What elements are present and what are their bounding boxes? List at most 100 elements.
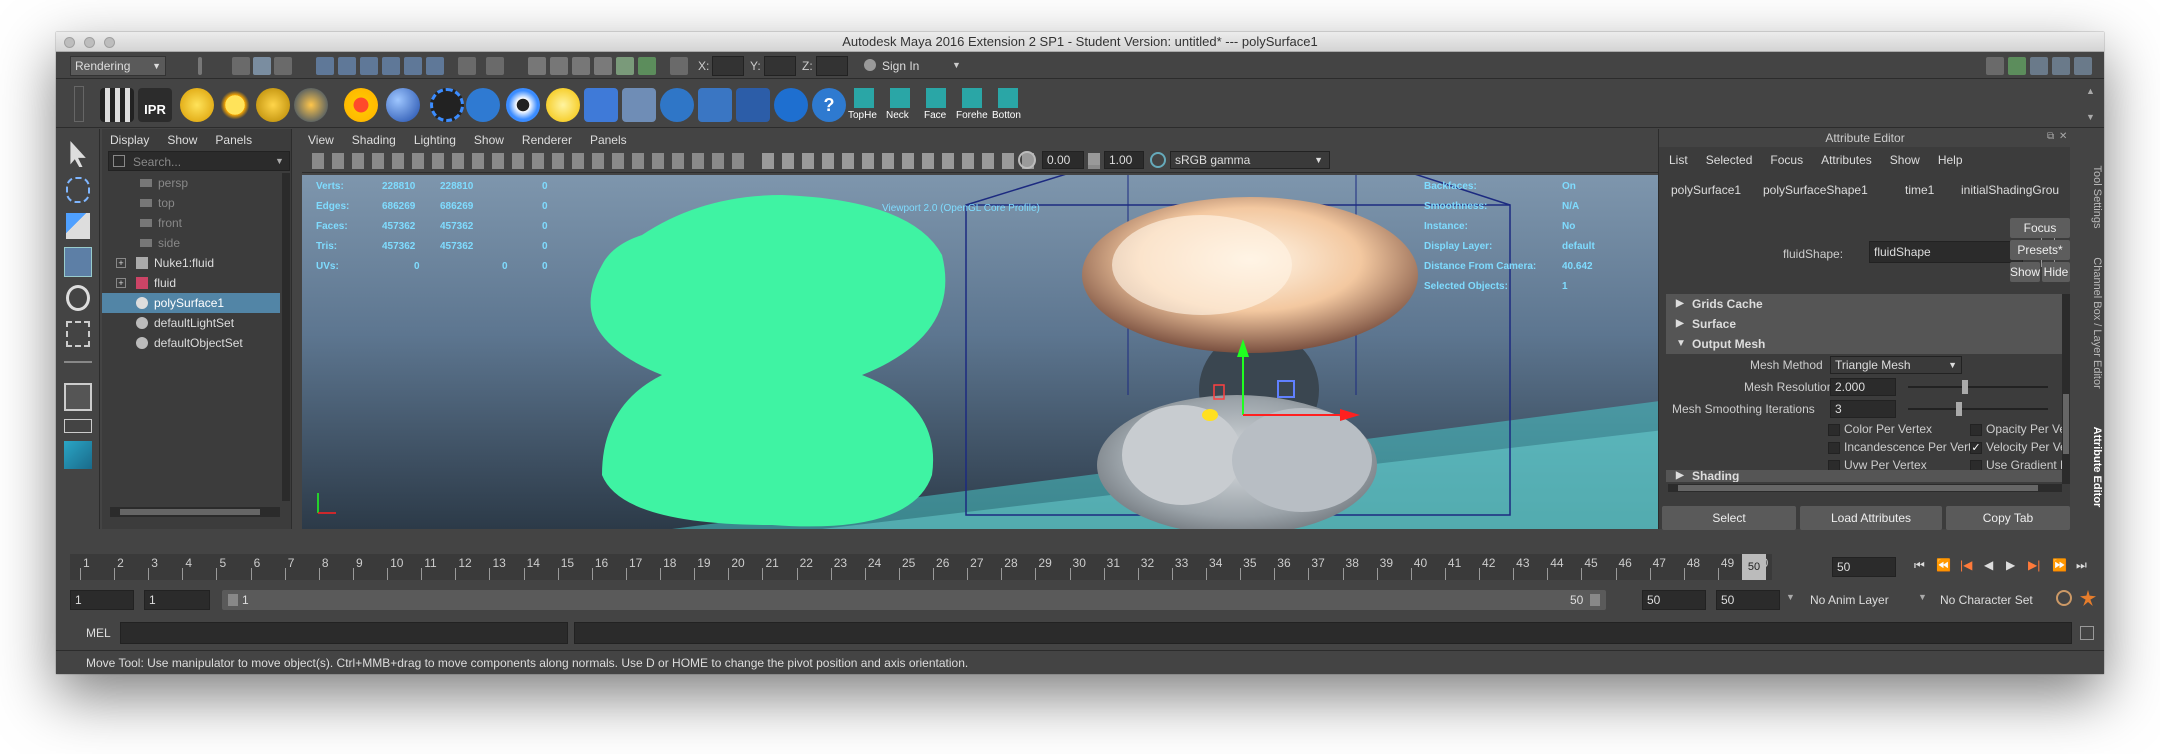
lock-icon[interactable] bbox=[458, 57, 476, 75]
shelf-scroll-up-icon[interactable]: ▲ bbox=[2086, 86, 2095, 96]
help-shelf-icon[interactable]: ? bbox=[812, 88, 846, 122]
scale-tool-icon[interactable] bbox=[66, 321, 90, 347]
select-component-icon[interactable] bbox=[274, 57, 292, 75]
float-icon[interactable]: ⧉ bbox=[2047, 131, 2054, 142]
ipr-icon[interactable]: IPR bbox=[138, 88, 172, 122]
go-start-icon[interactable]: ⏮ bbox=[1914, 558, 1925, 573]
snap-point-icon[interactable] bbox=[360, 57, 378, 75]
load-attributes-button[interactable]: Load Attributes bbox=[1800, 506, 1942, 530]
select-button[interactable]: Select bbox=[1662, 506, 1796, 530]
render-settings-icon[interactable] bbox=[572, 57, 590, 75]
timeline-track[interactable]: 1 2 3 4 5 6 7 8 9 10 11 12 13 14 15 16 17 18 19 20 21 22 23 24 2… bbox=[70, 554, 1772, 580]
help-icon[interactable] bbox=[426, 57, 444, 75]
side-tab-attribute-editor[interactable]: Attribute Editor bbox=[2087, 408, 2103, 526]
animation-start-field[interactable]: 1 bbox=[70, 590, 134, 610]
focus-button[interactable]: Focus bbox=[2010, 218, 2070, 238]
sphere-icon[interactable] bbox=[386, 88, 420, 122]
current-frame-marker[interactable]: 50 bbox=[1742, 554, 1766, 580]
star-light-icon[interactable] bbox=[344, 88, 378, 122]
hide-button[interactable]: Hide bbox=[2042, 262, 2070, 282]
select-object-icon[interactable] bbox=[253, 57, 271, 75]
paint-select-icon[interactable] bbox=[66, 213, 90, 239]
outliner-menu-display[interactable]: Display bbox=[110, 133, 149, 147]
attribute-editor-toggle-icon[interactable] bbox=[2030, 57, 2048, 75]
layout-outliner-icon[interactable] bbox=[64, 419, 92, 433]
current-frame-field[interactable]: 50 bbox=[1832, 557, 1896, 577]
layout-single-icon[interactable] bbox=[64, 383, 92, 411]
viewport-menu-panels[interactable]: Panels bbox=[590, 133, 627, 147]
list-item[interactable]: defaultLightSet bbox=[102, 313, 282, 333]
close-window-button[interactable] bbox=[64, 37, 75, 48]
viewport-menu-show[interactable]: Show bbox=[474, 133, 504, 147]
tab-initialshadinggroup[interactable]: initialShadingGrou bbox=[1961, 183, 2065, 197]
ae-menu-show[interactable]: Show bbox=[1890, 153, 1920, 167]
viewport-tool-icons[interactable] bbox=[312, 153, 752, 169]
sign-in-button[interactable]: Sign In ▼ bbox=[860, 56, 968, 76]
outliner-hscrollbar[interactable] bbox=[110, 507, 280, 517]
range-bar[interactable]: 1 50 bbox=[222, 590, 1606, 610]
list-item[interactable]: + fluid bbox=[102, 273, 282, 293]
node-name-field[interactable]: fluidShape bbox=[1869, 241, 2023, 263]
viewport-menu-renderer[interactable]: Renderer bbox=[522, 133, 572, 147]
mesh-resolution-slider[interactable] bbox=[1908, 380, 2048, 394]
outliner-menu-show[interactable]: Show bbox=[167, 133, 197, 147]
velocity-per-vertex-checkbox[interactable]: ✓ bbox=[1970, 442, 1982, 454]
outliner-scrollbar[interactable] bbox=[282, 173, 290, 501]
opacity-per-vertex-checkbox[interactable] bbox=[1970, 424, 1982, 436]
color-per-vertex-checkbox[interactable] bbox=[1828, 424, 1840, 436]
area-light-icon[interactable] bbox=[256, 88, 290, 122]
y-field[interactable] bbox=[764, 56, 796, 76]
section-output-mesh[interactable]: ▼ Output Mesh bbox=[1666, 334, 2066, 354]
list-item[interactable]: front bbox=[102, 213, 282, 233]
step-forward-key-icon[interactable]: ⏩ bbox=[2052, 558, 2067, 572]
point-light-icon[interactable] bbox=[180, 88, 214, 122]
animation-end-field[interactable]: 50 bbox=[1716, 590, 1780, 610]
snap-view-icon[interactable] bbox=[382, 57, 400, 75]
list-item[interactable]: side bbox=[102, 233, 282, 253]
select-hierarchy-icon[interactable] bbox=[232, 57, 250, 75]
presets-button[interactable]: Presets* bbox=[2010, 240, 2070, 260]
anim-layer-dropdown[interactable]: No Anim Layer ▼ bbox=[1806, 590, 1930, 610]
step-back-key-icon[interactable]: ⏪ bbox=[1936, 558, 1951, 572]
auto-key-icon[interactable] bbox=[2056, 590, 2072, 606]
search-dropdown-icon[interactable]: ▼ bbox=[275, 156, 284, 166]
spot-light-icon[interactable] bbox=[294, 88, 328, 122]
shelf-item-forehe[interactable]: Forehe bbox=[956, 86, 988, 126]
tab-polysurface1[interactable]: polySurface1 bbox=[1671, 183, 1741, 197]
lasso-tool-icon[interactable] bbox=[66, 177, 90, 203]
channel-box-toggle-icon[interactable] bbox=[1986, 57, 2004, 75]
gamma-field[interactable]: 1.00 bbox=[1104, 151, 1144, 169]
mesh-resolution-field[interactable]: 2.000 bbox=[1830, 378, 1896, 396]
x-field[interactable] bbox=[712, 56, 744, 76]
playback-end-field[interactable]: 50 bbox=[1642, 590, 1706, 610]
script-editor-icon[interactable] bbox=[2080, 626, 2094, 640]
step-back-frame-icon[interactable]: |◀ bbox=[1960, 558, 1972, 572]
z-field[interactable] bbox=[816, 56, 848, 76]
rotate-tool-icon[interactable] bbox=[66, 285, 90, 311]
list-item-selected[interactable]: polySurface1 bbox=[102, 293, 280, 313]
bulb-icon[interactable] bbox=[546, 88, 580, 122]
ipr-render-icon[interactable] bbox=[550, 57, 568, 75]
ae-scrollbar[interactable] bbox=[2062, 294, 2070, 484]
layer-editor-toggle-icon[interactable] bbox=[2074, 57, 2092, 75]
shelf-item-botton[interactable]: Botton bbox=[992, 86, 1024, 126]
play-forward-icon[interactable]: ▶ bbox=[2006, 558, 2015, 572]
hypershade-icon[interactable] bbox=[594, 57, 612, 75]
menu-set-dropdown[interactable]: Rendering ▼ bbox=[70, 56, 166, 76]
section-surface[interactable]: ▶ Surface bbox=[1666, 314, 2066, 334]
viewport-canvas[interactable]: Verts: 228810 228810 0 Edges: 686269 686269 0 … bbox=[302, 175, 1706, 529]
ae-menu-attributes[interactable]: Attributes bbox=[1821, 153, 1872, 167]
section-grids-cache[interactable]: ▶ Grids Cache bbox=[1666, 294, 2066, 314]
snap-curve-icon[interactable] bbox=[338, 57, 356, 75]
history-icon[interactable] bbox=[486, 57, 504, 75]
calculator-icon[interactable] bbox=[584, 88, 618, 122]
select-tool-icon[interactable] bbox=[70, 141, 86, 167]
ae-menu-list[interactable]: List bbox=[1669, 153, 1688, 167]
modeling-toolkit-toggle-icon[interactable] bbox=[2008, 57, 2026, 75]
graph-icon[interactable] bbox=[736, 88, 770, 122]
preferences-icon[interactable] bbox=[2080, 590, 2096, 606]
copy-tab-button[interactable]: Copy Tab bbox=[1946, 506, 2070, 530]
list-item[interactable]: top bbox=[102, 193, 282, 213]
shelf-item-face[interactable]: Face bbox=[920, 86, 952, 126]
viewport-menu-shading[interactable]: Shading bbox=[352, 133, 396, 147]
